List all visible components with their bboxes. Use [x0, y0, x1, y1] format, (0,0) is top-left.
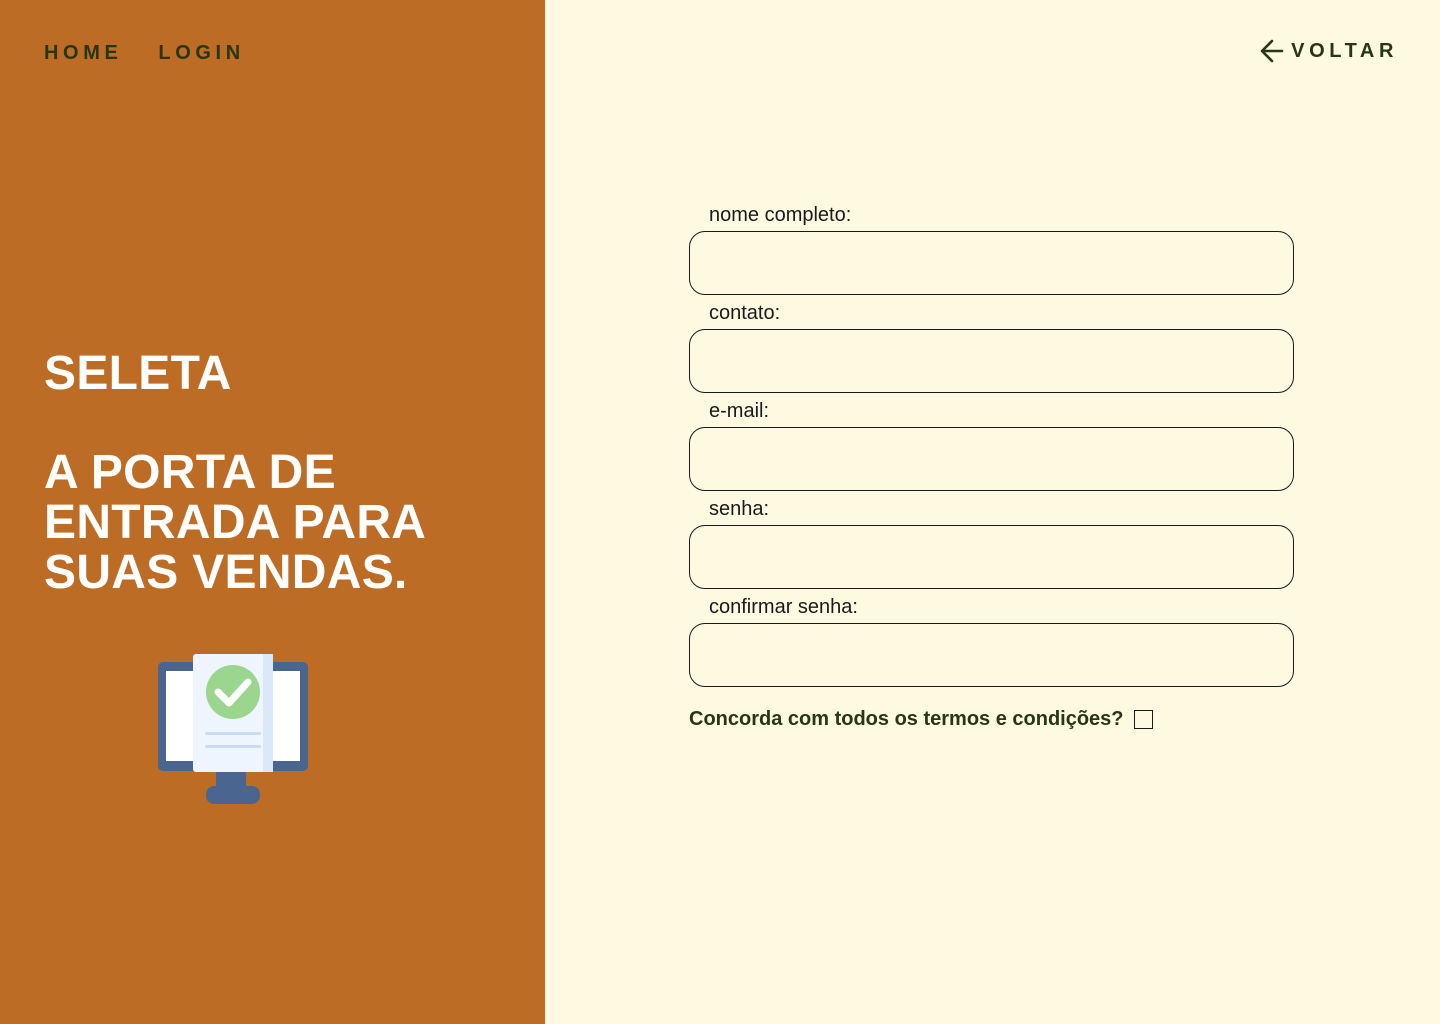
confirm-password-input[interactable]	[689, 623, 1294, 687]
back-label: VOLTAR	[1291, 40, 1398, 62]
terms-checkbox[interactable]	[1133, 709, 1153, 729]
field-confirm-password: confirmar senha:	[689, 595, 1294, 687]
brand-title: SELETA	[44, 347, 232, 400]
hero: SELETA A PORTA DE ENTRADA PARA SUAS VEND…	[44, 348, 484, 598]
left-panel: HOME LOGIN SELETA A PORTA DE ENTRADA PAR…	[0, 0, 545, 1024]
nav-home-link[interactable]: HOME	[44, 41, 122, 65]
password-label: senha:	[709, 498, 770, 520]
field-email: e-mail:	[689, 399, 1294, 491]
full-name-input[interactable]	[689, 231, 1294, 295]
password-input[interactable]	[689, 525, 1294, 589]
arrow-left-icon	[1260, 39, 1284, 63]
field-password: senha:	[689, 497, 1294, 589]
signup-form: nome completo: contato: e-mail: senha: c…	[689, 203, 1294, 731]
confirm-password-label: confirmar senha:	[709, 596, 858, 618]
terms-row: Concorda com todos os termos e condições…	[689, 707, 1294, 731]
email-input[interactable]	[689, 427, 1294, 491]
contact-input[interactable]	[689, 329, 1294, 393]
nav-login-link[interactable]: LOGIN	[158, 41, 244, 65]
contact-label: contato:	[709, 302, 781, 324]
top-nav: HOME LOGIN	[44, 41, 245, 65]
field-contact: contato:	[689, 301, 1294, 393]
monitor-checklist-icon	[158, 654, 308, 804]
back-button[interactable]: VOLTAR	[1259, 38, 1398, 64]
email-label: e-mail:	[709, 400, 770, 422]
field-full-name: nome completo:	[689, 203, 1294, 295]
terms-label: Concorda com todos os termos e condições…	[689, 708, 1124, 730]
hero-tagline: A PORTA DE ENTRADA PARA SUAS VENDAS.	[44, 446, 425, 599]
right-panel: VOLTAR nome completo: contato: e-mail: s…	[545, 0, 1440, 1024]
full-name-label: nome completo:	[709, 204, 852, 226]
